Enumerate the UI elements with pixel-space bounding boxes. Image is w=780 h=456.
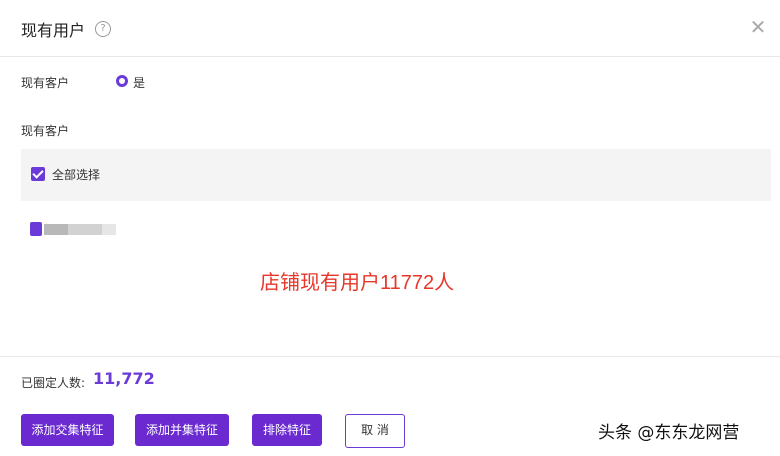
customer-checkbox[interactable] — [30, 222, 42, 236]
select-all-checkbox[interactable] — [31, 167, 45, 181]
blurred-customer-item[interactable] — [30, 222, 116, 236]
question-circle-icon[interactable]: ? — [95, 21, 111, 37]
selected-count-value: 11,772 — [93, 369, 155, 388]
exclude-feature-button[interactable]: 排除特征 — [252, 414, 322, 446]
dialog-title: 现有用户 — [21, 21, 86, 40]
select-all-label[interactable]: 全部选择 — [52, 166, 100, 183]
selected-count-label: 已圈定人数: — [21, 376, 86, 390]
blurred-text — [68, 224, 102, 235]
footer-divider — [0, 356, 780, 357]
add-intersection-feature-button[interactable]: 添加交集特征 — [21, 414, 114, 446]
existing-customer-radio-label[interactable]: 是 — [133, 74, 145, 91]
blurred-text — [44, 224, 68, 235]
existing-customer-radio[interactable] — [116, 75, 128, 87]
add-union-feature-button[interactable]: 添加并集特征 — [135, 414, 229, 446]
watermark-text: 头条 @东东龙网营 — [598, 423, 740, 443]
select-all-panel: 全部选择 — [21, 149, 771, 201]
customers-section-label: 现有客户 — [21, 124, 70, 138]
blurred-text — [102, 224, 116, 235]
annotation-text: 店铺现有用户11772人 — [260, 272, 455, 294]
existing-customer-label: 现有客户 — [21, 76, 70, 90]
close-icon[interactable]: ✕ — [749, 17, 767, 37]
cancel-button[interactable]: 取 消 — [345, 414, 405, 448]
dialog-header: 现有用户 ? ✕ — [0, 0, 780, 57]
